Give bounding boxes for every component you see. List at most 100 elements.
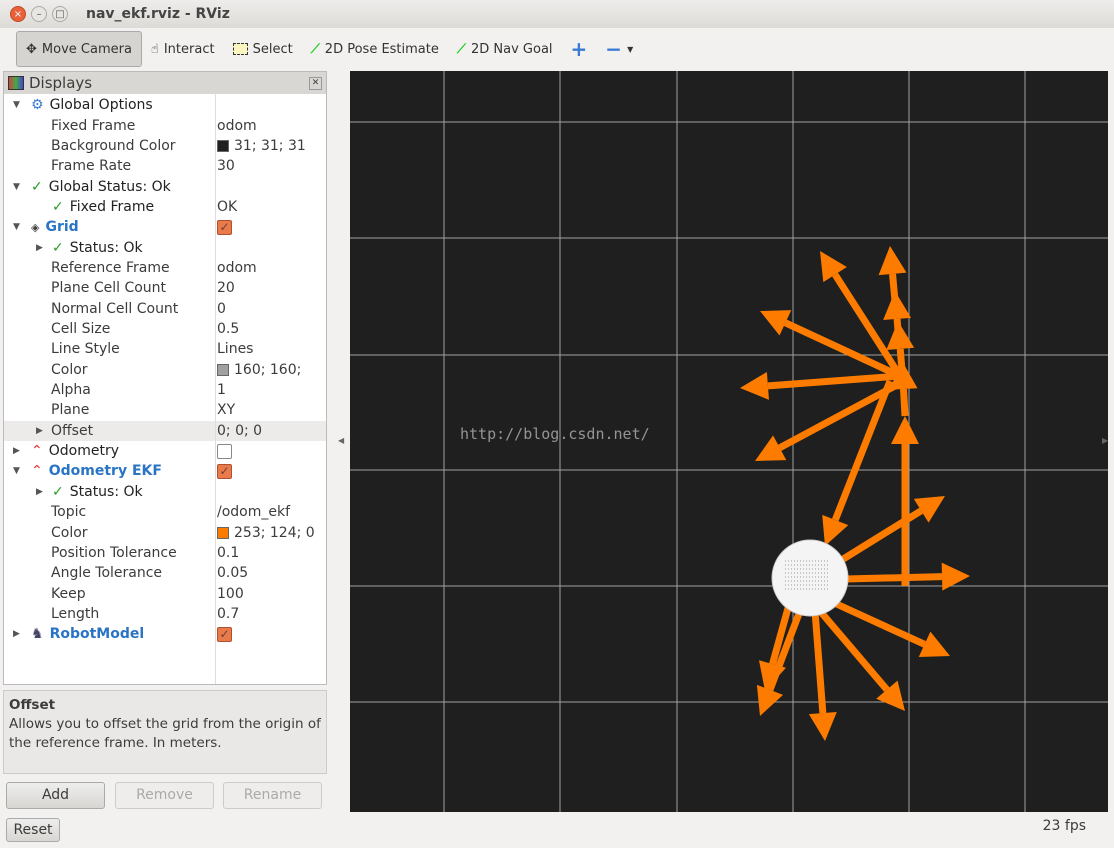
close-panel-button[interactable]: ✕ [309,76,322,90]
enable-checkbox[interactable]: ✓ [217,219,232,235]
row-value[interactable]: /odom_ekf [217,504,290,520]
collapse-right-handle[interactable]: ▶ [1102,436,1108,445]
pose-estimate-button[interactable]: ⟋ 2D Pose Estimate [302,31,448,67]
color-swatch[interactable] [217,526,229,539]
display-row[interactable]: ▶ ✓ Status: Ok [4,482,326,502]
display-row[interactable]: Color 253; 124; 0 [4,522,326,542]
expand-open-icon[interactable]: ▼ [13,100,20,110]
display-row[interactable]: Length 0.7 [4,604,326,624]
display-row[interactable]: ▼ ⚙ Global Options [4,95,326,115]
row-value[interactable]: 0; 0; 0 [217,423,262,439]
color-swatch[interactable] [217,139,229,152]
odometry-arrow-head [891,416,919,444]
row-label: Status: Ok [69,483,143,500]
display-row[interactable]: ▶ Offset 0; 0; 0 [4,420,326,441]
row-value[interactable]: 0.7 [217,606,239,622]
minimize-window-button[interactable]: – [31,6,47,22]
expand-closed-icon[interactable]: ▶ [36,243,43,253]
odometry-arrow-shaft [900,388,909,417]
expand-closed-icon[interactable]: ▶ [36,426,43,436]
row-value[interactable]: 1 [217,382,226,398]
add-tool-button[interactable]: + [562,31,597,67]
display-row[interactable]: Frame Rate 30 [4,156,326,176]
odometry-arrow-head [808,712,837,741]
row-value[interactable]: 30 [217,158,235,174]
row-value[interactable]: 253; 124; 0 [234,525,315,541]
expand-open-icon[interactable]: ▼ [13,466,20,476]
remove-button[interactable]: Remove [115,782,214,809]
display-row[interactable]: ▼ ⌃ Odometry EKF ✓ [4,461,326,481]
collapse-left-handle[interactable]: ◀ [338,436,344,445]
expand-open-icon[interactable]: ▼ [13,182,20,192]
display-row[interactable]: Color 160; 160; [4,360,326,380]
display-row[interactable]: Keep 100 [4,583,326,603]
display-row[interactable]: Plane Cell Count 20 [4,278,326,298]
display-row[interactable]: Position Tolerance 0.1 [4,543,326,563]
reset-button[interactable]: Reset [6,818,60,842]
row-value[interactable]: 100 [217,586,244,602]
display-row[interactable]: Fixed Frame odom [4,115,326,135]
enable-checkbox[interactable]: ✓ [217,463,232,479]
odometry-arrow-head [740,371,769,400]
display-row[interactable]: Background Color 31; 31; 31 [4,136,326,156]
row-value[interactable]: OK [217,199,237,215]
close-window-button[interactable]: × [10,6,26,22]
window-title: nav_ekf.rviz - RViz [86,6,230,22]
display-row[interactable]: ▶ ✓ Status: Ok [4,237,326,257]
displays-title: Displays [29,74,93,92]
row-label: Grid [45,219,79,236]
odometry-icon: ⌃ [31,463,43,480]
select-button[interactable]: Select [224,31,302,67]
display-row[interactable]: ▶ ♞ RobotModel ✓ [4,624,326,644]
expand-closed-icon[interactable]: ▶ [13,446,20,456]
display-row[interactable]: Alpha 1 [4,380,326,400]
maximize-window-button[interactable]: □ [52,6,68,22]
display-row[interactable]: ▶ ⌃ Odometry [4,441,326,461]
expand-open-icon[interactable]: ▼ [13,222,20,232]
row-label: Color [51,361,88,378]
green-arrow-icon: ⟋ [456,41,466,57]
rename-button[interactable]: Rename [223,782,322,809]
display-row[interactable]: Plane XY [4,400,326,420]
row-value[interactable]: Lines [217,341,253,357]
3d-viewport[interactable]: http://blog.csdn.net/ [350,71,1108,812]
display-row[interactable]: Reference Frame odom [4,258,326,278]
help-box: Offset Allows you to offset the grid fro… [3,690,327,774]
odometry-arrow-shaft [844,573,943,583]
display-row[interactable]: Normal Cell Count 0 [4,299,326,319]
row-label: Fixed Frame [51,117,136,134]
row-value[interactable]: 160; 160; [234,362,301,378]
expand-closed-icon[interactable]: ▶ [13,629,20,639]
row-value[interactable]: 20 [217,280,235,296]
add-button[interactable]: Add [6,782,105,809]
display-row[interactable]: Topic/odom_ekf [4,502,326,522]
row-value[interactable]: 31; 31; 31 [234,138,306,154]
robot-model [771,539,849,617]
display-row[interactable]: ▼ ✓ Global Status: Ok [4,176,326,196]
remove-tool-button[interactable]: − ▼ [596,31,642,67]
row-value[interactable]: 0.1 [217,545,239,561]
enable-checkbox[interactable]: ✓ [217,626,232,642]
expand-closed-icon[interactable]: ▶ [36,487,43,497]
display-row[interactable]: ✓ Fixed Frame OK [4,197,326,217]
nav-goal-button[interactable]: ⟋ 2D Nav Goal [448,31,562,67]
move-camera-label: Move Camera [41,41,132,57]
display-row[interactable]: Line Style Lines [4,339,326,359]
enable-checkbox[interactable] [217,443,232,459]
watermark: http://blog.csdn.net/ [460,425,650,443]
display-row[interactable]: ▼ ◈ Grid ✓ [4,217,326,237]
row-value[interactable]: XY [217,402,235,418]
monitor-icon [8,76,24,90]
row-value[interactable]: 0.05 [217,565,248,581]
move-camera-button[interactable]: ✥ Move Camera [16,31,142,67]
row-value[interactable]: 0.5 [217,321,239,337]
display-row[interactable]: Cell Size 0.5 [4,319,326,339]
row-label: Reference Frame [51,259,170,276]
interact-button[interactable]: ☝ Interact [142,31,224,67]
row-value[interactable]: odom [217,118,257,134]
odometry-arrow-shaft [889,273,899,302]
display-row[interactable]: Angle Tolerance 0.05 [4,563,326,583]
row-value[interactable]: odom [217,260,257,276]
row-value[interactable]: 0 [217,301,226,317]
color-swatch[interactable] [217,363,229,376]
